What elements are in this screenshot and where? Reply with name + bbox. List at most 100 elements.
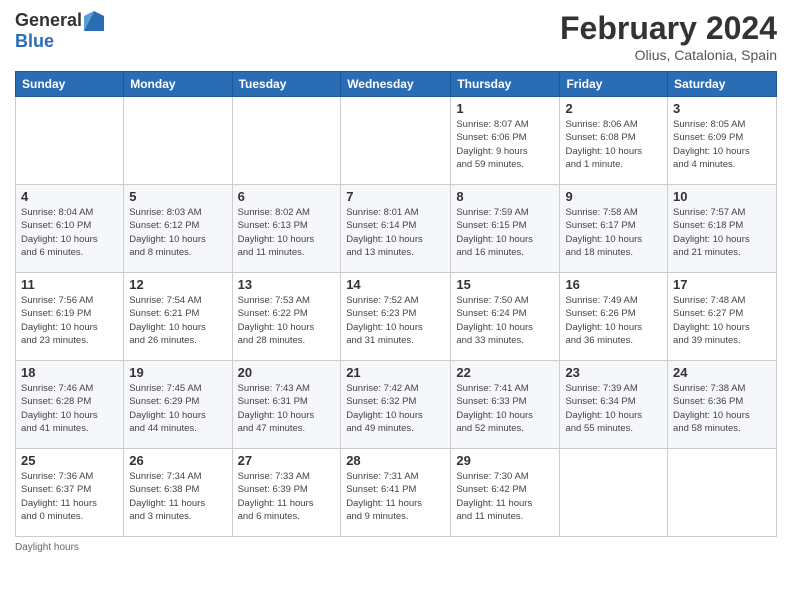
calendar-cell: 3Sunrise: 8:05 AMSunset: 6:09 PMDaylight… <box>668 97 777 185</box>
weekday-row: SundayMondayTuesdayWednesdayThursdayFrid… <box>16 72 777 97</box>
footer-text: Daylight hours <box>15 542 79 553</box>
calendar-week-row: 4Sunrise: 8:04 AMSunset: 6:10 PMDaylight… <box>16 185 777 273</box>
day-number: 26 <box>129 453 226 468</box>
calendar-cell: 1 Sunrise: 8:07 AMSunset: 6:06 PMDaylight… <box>451 97 560 185</box>
day-number: 25 <box>21 453 118 468</box>
calendar-cell: 11Sunrise: 7:56 AMSunset: 6:19 PMDayligh… <box>16 273 124 361</box>
day-info: Sunrise: 8:06 AMSunset: 6:08 PMDaylight:… <box>565 118 662 171</box>
location: Olius, Catalonia, Spain <box>560 47 777 63</box>
calendar-cell: 26 Sunrise: 7:34 AMSunset: 6:38 PMDayligh… <box>124 449 232 537</box>
day-info: Sunrise: 7:31 AMSunset: 6:41 PMDaylight:… <box>346 470 445 523</box>
calendar-body: 1 Sunrise: 8:07 AMSunset: 6:06 PMDaylight… <box>16 97 777 537</box>
day-info: Sunrise: 7:52 AMSunset: 6:23 PMDaylight:… <box>346 294 445 347</box>
calendar-header: SundayMondayTuesdayWednesdayThursdayFrid… <box>16 72 777 97</box>
day-info: Sunrise: 7:34 AMSunset: 6:38 PMDaylight:… <box>129 470 226 523</box>
calendar-week-row: 18Sunrise: 7:46 AMSunset: 6:28 PMDayligh… <box>16 361 777 449</box>
day-number: 19 <box>129 365 226 380</box>
day-number: 13 <box>238 277 336 292</box>
day-info: Sunrise: 7:49 AMSunset: 6:26 PMDaylight:… <box>565 294 662 347</box>
day-number: 3 <box>673 101 771 116</box>
calendar-week-row: 1 Sunrise: 8:07 AMSunset: 6:06 PMDaylight… <box>16 97 777 185</box>
day-info: Sunrise: 7:38 AMSunset: 6:36 PMDaylight:… <box>673 382 771 435</box>
day-number: 28 <box>346 453 445 468</box>
day-info: Sunrise: 7:43 AMSunset: 6:31 PMDaylight:… <box>238 382 336 435</box>
calendar-cell: 28 Sunrise: 7:31 AMSunset: 6:41 PMDayligh… <box>341 449 451 537</box>
day-number: 29 <box>456 453 554 468</box>
weekday-header: Monday <box>124 72 232 97</box>
day-number: 24 <box>673 365 771 380</box>
day-number: 18 <box>21 365 118 380</box>
day-info: Sunrise: 7:39 AMSunset: 6:34 PMDaylight:… <box>565 382 662 435</box>
calendar-cell <box>16 97 124 185</box>
calendar-cell: 24 Sunrise: 7:38 AMSunset: 6:36 PMDayligh… <box>668 361 777 449</box>
day-number: 12 <box>129 277 226 292</box>
header: General Blue February 2024 Olius, Catalo… <box>15 10 777 63</box>
calendar-cell <box>124 97 232 185</box>
day-number: 21 <box>346 365 445 380</box>
day-number: 14 <box>346 277 445 292</box>
day-info: Sunrise: 8:01 AMSunset: 6:14 PMDaylight:… <box>346 206 445 259</box>
calendar-cell: 2Sunrise: 8:06 AMSunset: 6:08 PMDaylight… <box>560 97 668 185</box>
day-number: 1 <box>456 101 554 116</box>
day-number: 15 <box>456 277 554 292</box>
day-info: Sunrise: 8:02 AMSunset: 6:13 PMDaylight:… <box>238 206 336 259</box>
day-info: Sunrise: 7:59 AMSunset: 6:15 PMDaylight:… <box>456 206 554 259</box>
calendar-cell: 23 Sunrise: 7:39 AMSunset: 6:34 PMDayligh… <box>560 361 668 449</box>
calendar-cell: 21 Sunrise: 7:42 AMSunset: 6:32 PMDayligh… <box>341 361 451 449</box>
day-number: 8 <box>456 189 554 204</box>
day-info: Sunrise: 8:07 AMSunset: 6:06 PMDaylight:… <box>456 118 554 171</box>
day-number: 27 <box>238 453 336 468</box>
calendar-week-row: 11Sunrise: 7:56 AMSunset: 6:19 PMDayligh… <box>16 273 777 361</box>
weekday-header: Thursday <box>451 72 560 97</box>
day-number: 7 <box>346 189 445 204</box>
calendar-cell: 14 Sunrise: 7:52 AMSunset: 6:23 PMDayligh… <box>341 273 451 361</box>
calendar: SundayMondayTuesdayWednesdayThursdayFrid… <box>15 71 777 537</box>
day-number: 10 <box>673 189 771 204</box>
calendar-cell: 27 Sunrise: 7:33 AMSunset: 6:39 PMDayligh… <box>232 449 341 537</box>
footer: Daylight hours <box>15 542 777 553</box>
calendar-week-row: 25Sunrise: 7:36 AMSunset: 6:37 PMDayligh… <box>16 449 777 537</box>
main-title: February 2024 <box>560 10 777 47</box>
day-info: Sunrise: 7:53 AMSunset: 6:22 PMDaylight:… <box>238 294 336 347</box>
weekday-header: Saturday <box>668 72 777 97</box>
logo-blue: Blue <box>15 31 54 52</box>
calendar-cell: 18Sunrise: 7:46 AMSunset: 6:28 PMDayligh… <box>16 361 124 449</box>
day-number: 23 <box>565 365 662 380</box>
day-info: Sunrise: 7:33 AMSunset: 6:39 PMDaylight:… <box>238 470 336 523</box>
calendar-cell: 16 Sunrise: 7:49 AMSunset: 6:26 PMDayligh… <box>560 273 668 361</box>
day-number: 20 <box>238 365 336 380</box>
calendar-cell: 10 Sunrise: 7:57 AMSunset: 6:18 PMDayligh… <box>668 185 777 273</box>
day-info: Sunrise: 7:54 AMSunset: 6:21 PMDaylight:… <box>129 294 226 347</box>
calendar-cell: 20 Sunrise: 7:43 AMSunset: 6:31 PMDayligh… <box>232 361 341 449</box>
calendar-cell: 17Sunrise: 7:48 AMSunset: 6:27 PMDayligh… <box>668 273 777 361</box>
day-info: Sunrise: 7:57 AMSunset: 6:18 PMDaylight:… <box>673 206 771 259</box>
day-number: 16 <box>565 277 662 292</box>
calendar-cell: 22 Sunrise: 7:41 AMSunset: 6:33 PMDayligh… <box>451 361 560 449</box>
calendar-cell: 5Sunrise: 8:03 AMSunset: 6:12 PMDaylight… <box>124 185 232 273</box>
calendar-cell: 29Sunrise: 7:30 AMSunset: 6:42 PMDayligh… <box>451 449 560 537</box>
day-info: Sunrise: 7:42 AMSunset: 6:32 PMDaylight:… <box>346 382 445 435</box>
calendar-cell: 12 Sunrise: 7:54 AMSunset: 6:21 PMDayligh… <box>124 273 232 361</box>
day-number: 22 <box>456 365 554 380</box>
day-info: Sunrise: 7:45 AMSunset: 6:29 PMDaylight:… <box>129 382 226 435</box>
calendar-cell: 15 Sunrise: 7:50 AMSunset: 6:24 PMDayligh… <box>451 273 560 361</box>
calendar-cell <box>232 97 341 185</box>
day-info: Sunrise: 7:48 AMSunset: 6:27 PMDaylight:… <box>673 294 771 347</box>
calendar-cell: 25Sunrise: 7:36 AMSunset: 6:37 PMDayligh… <box>16 449 124 537</box>
weekday-header: Tuesday <box>232 72 341 97</box>
day-number: 9 <box>565 189 662 204</box>
weekday-header: Wednesday <box>341 72 451 97</box>
day-number: 6 <box>238 189 336 204</box>
calendar-cell: 7 Sunrise: 8:01 AMSunset: 6:14 PMDaylight… <box>341 185 451 273</box>
weekday-header: Friday <box>560 72 668 97</box>
day-info: Sunrise: 7:41 AMSunset: 6:33 PMDaylight:… <box>456 382 554 435</box>
calendar-cell: 8 Sunrise: 7:59 AMSunset: 6:15 PMDaylight… <box>451 185 560 273</box>
day-info: Sunrise: 7:58 AMSunset: 6:17 PMDaylight:… <box>565 206 662 259</box>
weekday-header: Sunday <box>16 72 124 97</box>
calendar-cell: 9 Sunrise: 7:58 AMSunset: 6:17 PMDaylight… <box>560 185 668 273</box>
day-info: Sunrise: 7:50 AMSunset: 6:24 PMDaylight:… <box>456 294 554 347</box>
calendar-cell: 4Sunrise: 8:04 AMSunset: 6:10 PMDaylight… <box>16 185 124 273</box>
logo: General Blue <box>15 10 104 52</box>
logo-general: General <box>15 10 82 31</box>
day-number: 5 <box>129 189 226 204</box>
